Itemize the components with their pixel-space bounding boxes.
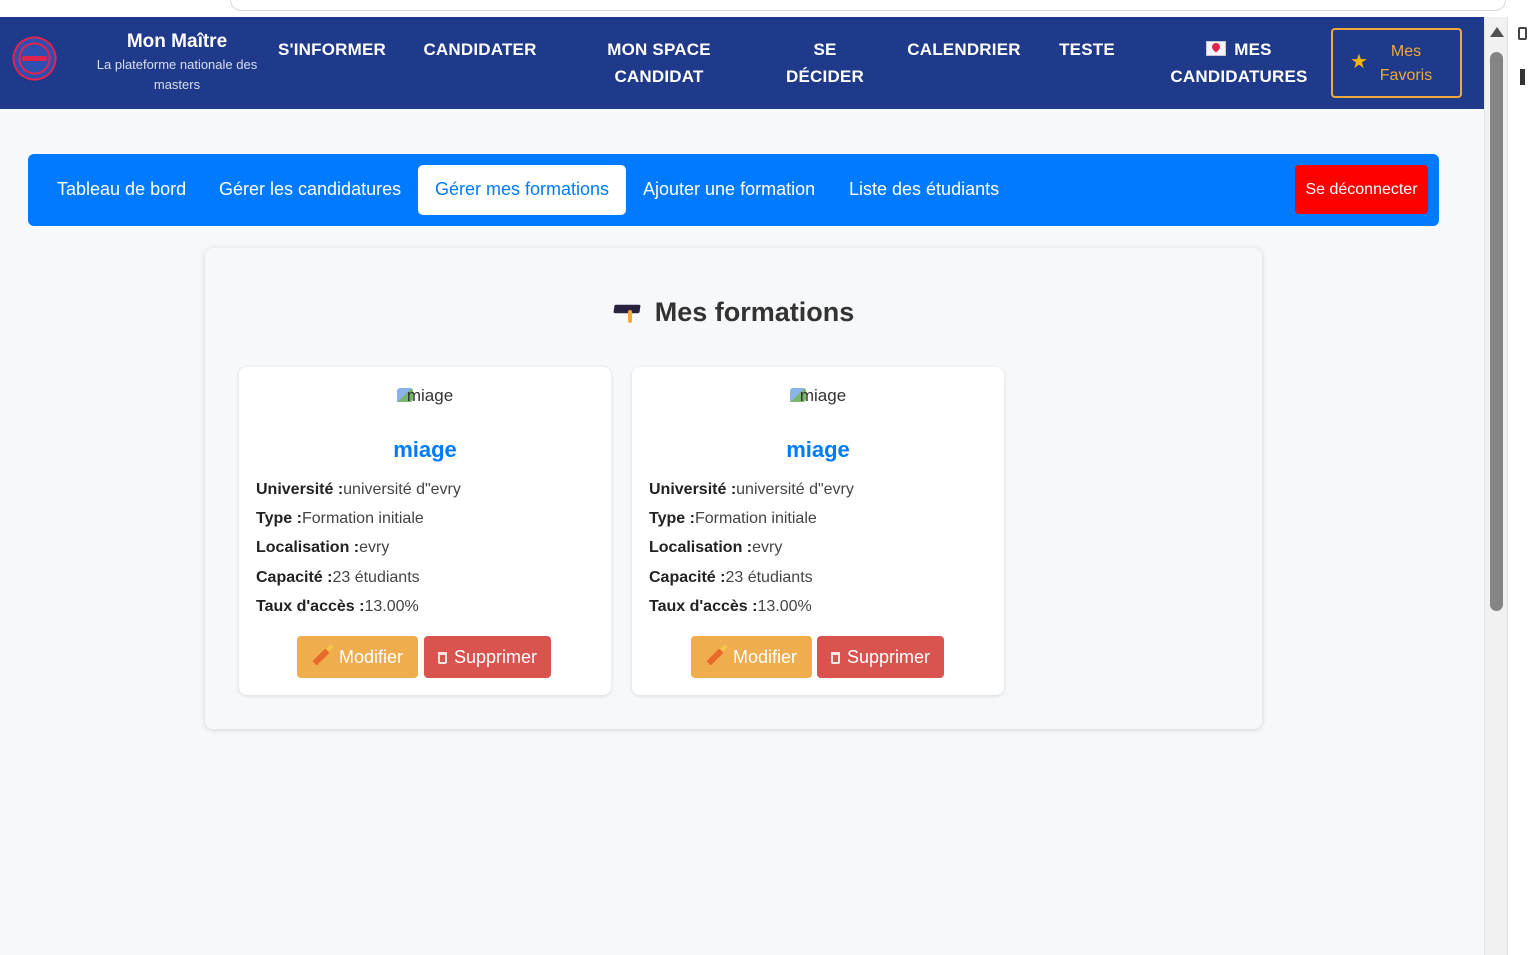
formation-name: miage xyxy=(786,437,850,462)
vertical-scrollbar[interactable] xyxy=(1484,17,1507,955)
pencil-icon xyxy=(312,648,330,666)
info-value: 13.00% xyxy=(364,598,419,615)
formation-university: Université :université d"evry xyxy=(256,481,461,499)
nav-link-mon-space-candidat[interactable]: MON SPACE CANDIDAT xyxy=(598,36,720,90)
mail-icon xyxy=(1206,41,1227,56)
info-label: Localisation : xyxy=(256,539,360,556)
formation-capacity: Capacité :23 étudiants xyxy=(256,569,420,587)
info-label: Capacité : xyxy=(649,569,726,586)
tab-gerer-mes-formations[interactable]: Gérer mes formations xyxy=(418,165,627,215)
info-label: Taux d'accès : xyxy=(256,598,365,615)
browser-top-edge xyxy=(0,0,1531,17)
tab-liste-etudiants[interactable]: Liste des étudiants xyxy=(832,165,1016,215)
formations-panel: Mes formations miage miage Université :u… xyxy=(205,248,1262,729)
pencil-icon xyxy=(706,648,724,666)
page-title: Mes formations xyxy=(205,297,1262,328)
formation-card: miage miage Université :université d"evr… xyxy=(239,367,611,695)
info-value: 23 étudiants xyxy=(725,569,813,586)
info-label: Université : xyxy=(649,481,737,498)
main-navbar: Mon Maître La plateforme nationale des m… xyxy=(0,17,1484,109)
formation-location: Localisation :evry xyxy=(649,539,782,557)
formation-capacity: Capacité :23 étudiants xyxy=(649,569,813,587)
favorites-label-line2: Favoris xyxy=(1379,67,1433,84)
delete-button-label: Supprimer xyxy=(846,647,931,667)
nav-link-label: MON SPACE xyxy=(607,40,711,59)
graduation-cap-icon xyxy=(613,301,643,323)
nav-link-calendrier[interactable]: CALENDRIER xyxy=(903,36,1025,63)
logout-button[interactable]: Se déconnecter xyxy=(1295,165,1428,214)
info-value: 13.00% xyxy=(757,598,812,615)
formation-image: miage xyxy=(239,386,611,406)
nav-link-label: CALENDRIER xyxy=(907,40,1021,59)
info-label: Capacité : xyxy=(256,569,333,586)
formation-access-rate: Taux d'accès :13.00% xyxy=(256,598,419,616)
scrollbar-thumb[interactable] xyxy=(1490,52,1503,611)
nav-link-label: S'INFORMER xyxy=(277,40,387,59)
star-icon: ★ xyxy=(1350,51,1368,73)
info-value: Formation initiale xyxy=(301,510,424,527)
nav-link-sinformer[interactable]: S'INFORMER xyxy=(276,36,388,63)
nav-link-label: SE xyxy=(813,40,837,59)
formation-access-rate: Taux d'accès :13.00% xyxy=(649,598,812,616)
page: Mon Maître La plateforme nationale des m… xyxy=(0,17,1484,955)
tab-ajouter-formation[interactable]: Ajouter une formation xyxy=(626,165,832,215)
trash-icon xyxy=(830,652,840,664)
edit-button[interactable]: Modifier xyxy=(691,636,812,678)
formation-image: miage xyxy=(632,386,1004,406)
nav-link-label: TESTE xyxy=(1059,40,1115,59)
trash-icon xyxy=(437,652,447,664)
nav-link-label: MES xyxy=(1234,40,1272,59)
formation-image-alt: miage xyxy=(799,386,847,405)
tab-tableau-de-bord[interactable]: Tableau de bord xyxy=(40,165,203,215)
formation-location: Localisation :evry xyxy=(256,539,389,557)
info-value: Formation initiale xyxy=(694,510,817,527)
info-value: evry xyxy=(752,539,783,556)
formation-card: miage miage Université :université d"evr… xyxy=(632,367,1004,695)
panel-toggle-icon[interactable] xyxy=(1518,27,1527,40)
panel-marker-icon xyxy=(1520,69,1525,85)
favorites-label: Mes Favoris xyxy=(1371,40,1441,88)
formation-image-alt: miage xyxy=(406,386,454,405)
favorites-label-line1: Mes xyxy=(1390,43,1422,60)
nav-link-candidater[interactable]: CANDIDATER xyxy=(421,36,539,63)
address-bar-edge xyxy=(230,0,1506,11)
delete-button-label: Supprimer xyxy=(453,647,538,667)
info-value: université d"evry xyxy=(343,481,461,498)
page-title-text: Mes formations xyxy=(654,297,855,327)
info-value: université d"evry xyxy=(736,481,854,498)
brand-title: Mon Maître xyxy=(126,31,228,52)
nav-link-teste[interactable]: TESTE xyxy=(1055,36,1119,63)
favorites-button[interactable]: ★ Mes Favoris xyxy=(1331,28,1462,98)
nav-link-mes-candidatures[interactable]: MES CANDIDATURES xyxy=(1160,36,1318,90)
info-label: Taux d'accès : xyxy=(649,598,758,615)
info-value: 23 étudiants xyxy=(332,569,420,586)
nav-link-label-line2: CANDIDATURES xyxy=(1170,67,1308,86)
nav-link-label: CANDIDATER xyxy=(423,40,537,59)
admin-tab-bar: Tableau de bord Gérer les candidatures G… xyxy=(28,154,1439,226)
tab-gerer-candidatures[interactable]: Gérer les candidatures xyxy=(202,165,418,215)
scroll-up-arrow-icon[interactable] xyxy=(1490,27,1504,37)
delete-button[interactable]: Supprimer xyxy=(817,636,944,678)
info-label: Localisation : xyxy=(649,539,753,556)
brand-subtitle: La plateforme nationale des masters xyxy=(96,57,258,92)
info-label: Type : xyxy=(649,510,695,527)
info-label: Type : xyxy=(256,510,302,527)
formation-type: Type :Formation initiale xyxy=(256,510,424,528)
info-value: evry xyxy=(359,539,390,556)
logo[interactable] xyxy=(10,34,59,83)
formation-university: Université :université d"evry xyxy=(649,481,854,499)
formation-type: Type :Formation initiale xyxy=(649,510,817,528)
delete-button[interactable]: Supprimer xyxy=(424,636,551,678)
nav-link-se-decider[interactable]: SE DÉCIDER xyxy=(780,36,870,90)
nav-link-label-line2: DÉCIDER xyxy=(786,67,864,86)
info-label: Université : xyxy=(256,481,344,498)
nav-link-label-line2: CANDIDAT xyxy=(614,67,704,86)
side-panel-edge xyxy=(1507,17,1531,955)
edit-button-label: Modifier xyxy=(338,647,404,667)
edit-button-label: Modifier xyxy=(732,647,798,667)
formation-name: miage xyxy=(393,437,457,462)
edit-button[interactable]: Modifier xyxy=(297,636,418,678)
